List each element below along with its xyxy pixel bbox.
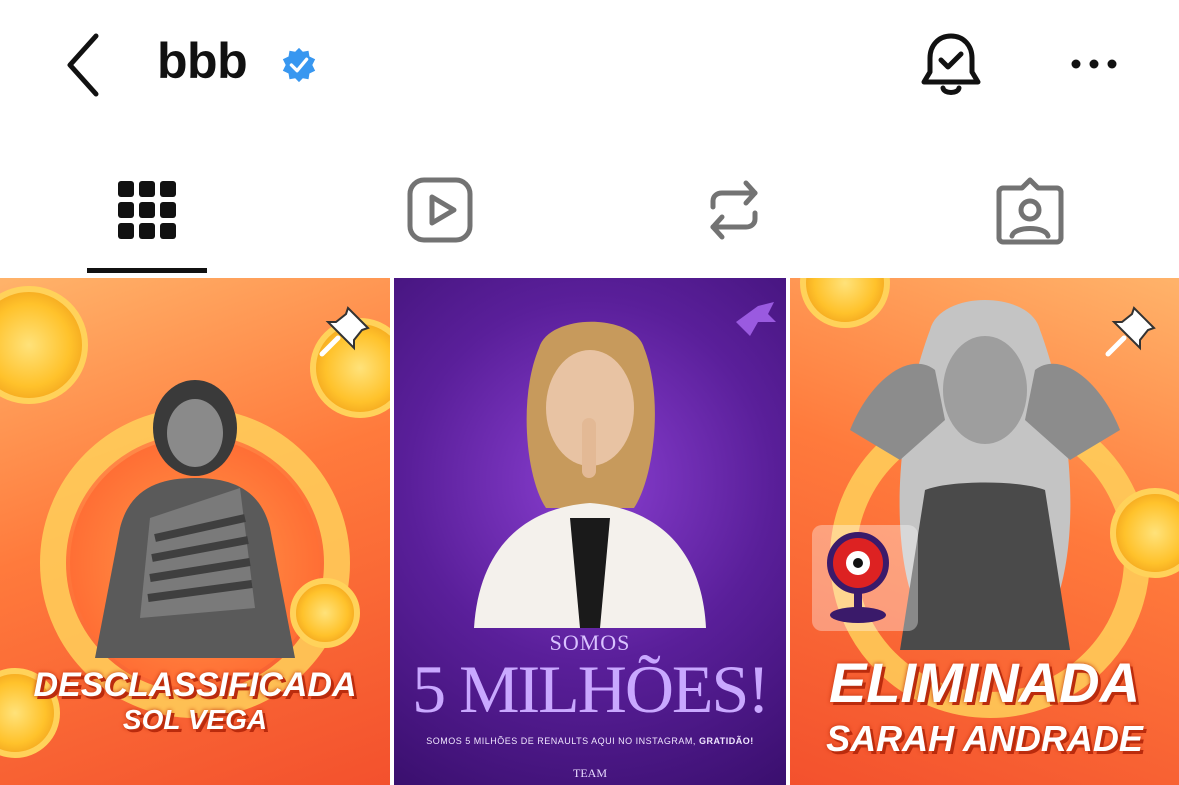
back-chevron-icon[interactable] bbox=[58, 30, 108, 100]
post-subline: SOL VEGA bbox=[122, 704, 268, 735]
bell-check-icon[interactable] bbox=[916, 28, 986, 100]
tab-tagged[interactable] bbox=[990, 170, 1070, 250]
post-caption-bold: GRATIDÃO! bbox=[698, 736, 754, 746]
post-caption-text: SOMOS 5 MILHÕES DE RENAULTS AQUI NO INST… bbox=[426, 736, 699, 746]
tagged-person-icon bbox=[996, 177, 1064, 245]
grid-icon bbox=[118, 181, 176, 239]
pinned-icon bbox=[319, 306, 370, 357]
profile-tabs bbox=[0, 140, 1179, 276]
eye-coin-icon bbox=[0, 286, 88, 404]
profile-header: bbb bbox=[0, 0, 1179, 130]
post-subline: SARAH ANDRADE bbox=[826, 718, 1143, 759]
eye-trophy-icon bbox=[812, 525, 918, 631]
tab-reels[interactable] bbox=[400, 170, 480, 250]
post-headline: DESCLASSIFICADA bbox=[33, 666, 357, 704]
post-tile[interactable]: ELIMINADA SARAH ANDRADE bbox=[790, 278, 1179, 785]
tab-grid-posts[interactable] bbox=[107, 170, 187, 250]
post-tile[interactable]: SOMOS 5 MILHÕES! SOMOS 5 MILHÕES DE RENA… bbox=[394, 278, 786, 785]
repost-icon bbox=[710, 180, 758, 240]
pinned-icon bbox=[1105, 306, 1156, 357]
active-tab-indicator bbox=[87, 268, 207, 273]
profile-username: bbb bbox=[157, 33, 248, 89]
tab-reposts[interactable] bbox=[694, 170, 774, 250]
verified-badge-icon bbox=[282, 47, 316, 83]
featured-person-photo bbox=[474, 321, 706, 628]
post-headline: ELIMINADA bbox=[828, 651, 1141, 714]
post-caption: SOMOS 5 MILHÕES DE RENAULTS AQUI NO INST… bbox=[394, 736, 786, 746]
reels-play-icon bbox=[407, 177, 473, 243]
post-tile[interactable]: DESCLASSIFICADA SOL VEGA bbox=[0, 278, 390, 785]
more-horizontal-icon[interactable] bbox=[1066, 52, 1122, 76]
post-footer-logo: TEAM bbox=[573, 766, 607, 780]
post-headline: 5 MILHÕES! bbox=[412, 651, 770, 727]
posts-grid: DESCLASSIFICADA SOL VEGA SOMOS 5 MILHÕES… bbox=[0, 278, 1179, 785]
contestant-photo bbox=[95, 380, 295, 658]
